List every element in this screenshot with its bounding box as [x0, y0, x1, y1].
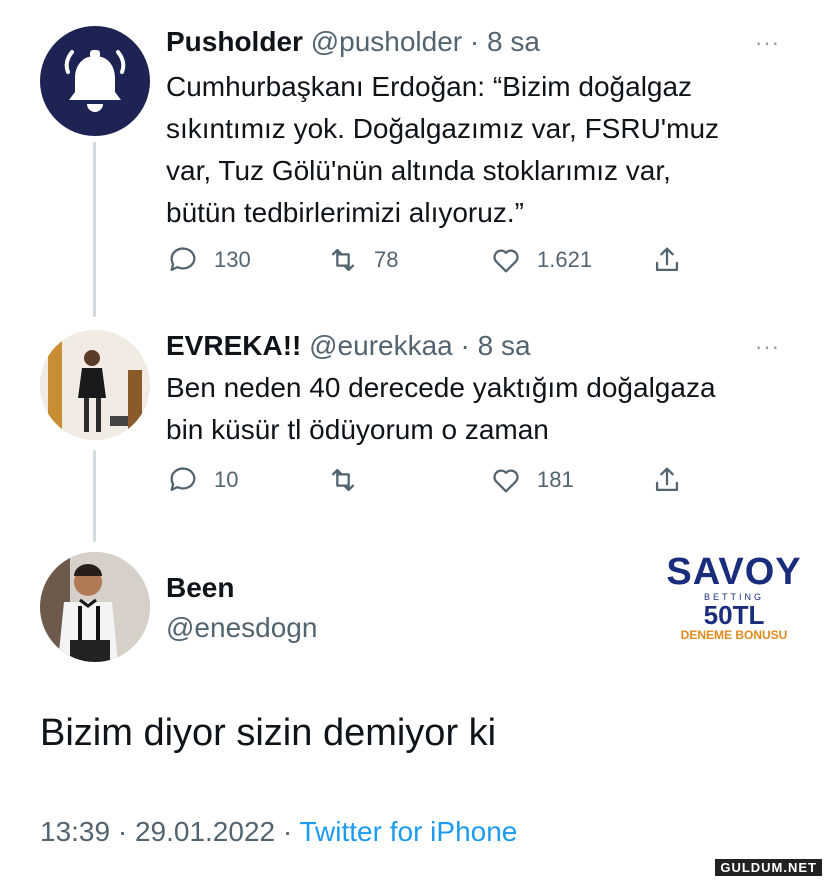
retweet-button[interactable] [326, 463, 374, 497]
heart-icon [493, 469, 519, 493]
share-icon [655, 247, 679, 272]
avatar-enesdogn[interactable] [40, 552, 150, 662]
watermark: GULDUM.NET [715, 859, 822, 876]
ad-brand: SAVOY [666, 551, 802, 593]
tweet-2-actions: 10 181 [166, 463, 706, 503]
tweet-1-name[interactable]: Pusholder [166, 26, 303, 57]
tweet-2-more-button[interactable]: ··· [755, 334, 780, 360]
tweet-2-handle[interactable]: @eurekkaa [309, 330, 453, 361]
tweet-1-more-button[interactable]: ··· [755, 30, 780, 56]
tweet-1-text: Cumhurbaşkanı Erdoğan: “Bizim doğalgaz s… [166, 66, 806, 234]
avatar-pusholder[interactable] [40, 26, 150, 136]
reply-button[interactable]: 130 [166, 243, 251, 277]
tweet-2-header: EVREKA!! @eurekkaa · 8 sa [166, 330, 531, 362]
bell-icon [64, 50, 126, 112]
like-count: 1.621 [537, 247, 593, 272]
main-tweet-name[interactable]: Been [166, 572, 234, 604]
tweet-2-name[interactable]: EVREKA!! [166, 330, 301, 361]
savoy-ad-badge: SAVOY BETTING 50TL DENEME BONUSU [654, 552, 814, 642]
share-button[interactable] [650, 463, 698, 497]
main-tweet-handle[interactable]: @enesdogn [166, 612, 317, 644]
like-button[interactable]: 1.621 [489, 243, 592, 277]
main-tweet-timestamp[interactable]: 13:39 · 29.01.2022 · [40, 816, 292, 847]
heart-icon [493, 249, 519, 273]
person-photo-icon [40, 552, 150, 662]
tweet-1-line: var, Tuz Gölü'nün altında stoklarımız va… [166, 155, 671, 186]
thread-line-2 [93, 450, 96, 542]
thread-line-1 [93, 142, 96, 317]
reply-button[interactable]: 10 [166, 463, 238, 497]
retweet-button[interactable]: 78 [326, 243, 398, 277]
like-button[interactable]: 181 [489, 463, 574, 497]
retweet-count: 78 [374, 247, 399, 272]
avatar-eurekkaa[interactable] [40, 330, 150, 440]
reply-count: 130 [214, 247, 251, 272]
reply-icon [170, 247, 196, 272]
tweet-1-actions: 130 78 1.621 [166, 243, 706, 283]
tweet-2-line: bin küsür tl ödüyorum o zaman [166, 414, 549, 445]
like-count: 181 [537, 467, 574, 492]
person-photo-icon [40, 330, 150, 440]
retweet-icon [331, 248, 355, 272]
share-button[interactable] [650, 243, 698, 277]
ad-bonus: DENEME BONUSU [680, 628, 788, 642]
tweet-1-header: Pusholder @pusholder · 8 sa [166, 26, 540, 58]
tweet-1-line: bütün tedbirlerimizi alıyoruz.” [166, 197, 524, 228]
main-tweet-text: Bizim diyor sizin demiyor ki [40, 712, 497, 754]
share-icon [655, 467, 679, 492]
retweet-icon [331, 468, 355, 492]
tweet-1-handle[interactable]: @pusholder [311, 26, 462, 57]
ad-amount: 50TL [703, 600, 765, 630]
tweet-2-text: Ben neden 40 derecede yaktığım doğalgaza… [166, 367, 806, 451]
tweet-1-time[interactable]: · 8 sa [470, 26, 540, 57]
reply-count: 10 [214, 467, 239, 492]
main-tweet-meta: 13:39 · 29.01.2022 · Twitter for iPhone [40, 816, 517, 848]
tweet-2-time[interactable]: · 8 sa [461, 330, 531, 361]
tweet-1-line: sıkıntımız yok. Doğalgazımız var, FSRU'm… [166, 113, 720, 144]
main-tweet-source[interactable]: Twitter for iPhone [299, 816, 517, 847]
tweet-2-line: Ben neden 40 derecede yaktığım doğalgaza [166, 372, 716, 403]
tweet-1-line: Cumhurbaşkanı Erdoğan: “Bizim doğalgaz [166, 71, 693, 102]
reply-icon [170, 467, 196, 492]
